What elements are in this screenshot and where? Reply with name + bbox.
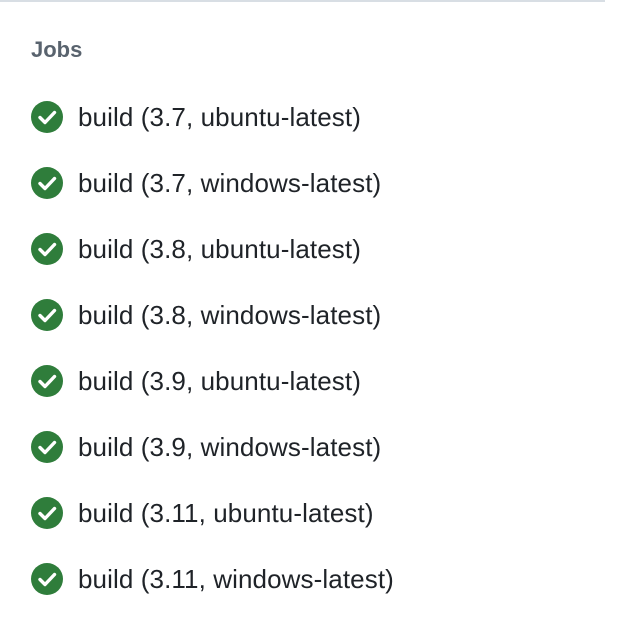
job-item[interactable]: build (3.8, windows-latest) bbox=[31, 282, 591, 348]
job-label: build (3.8, windows-latest) bbox=[78, 300, 382, 330]
check-circle-icon bbox=[31, 563, 63, 595]
job-item[interactable]: build (3.7, windows-latest) bbox=[31, 150, 591, 216]
check-circle-icon bbox=[31, 167, 63, 199]
job-label: build (3.7, ubuntu-latest) bbox=[78, 102, 361, 132]
job-item[interactable]: build (3.7, ubuntu-latest) bbox=[31, 84, 591, 150]
check-circle-icon bbox=[31, 101, 63, 133]
top-divider bbox=[0, 0, 605, 2]
check-circle-icon bbox=[31, 233, 63, 265]
check-circle-icon bbox=[31, 497, 63, 529]
job-item[interactable]: build (3.11, ubuntu-latest) bbox=[31, 480, 591, 546]
job-label: build (3.11, ubuntu-latest) bbox=[78, 498, 374, 528]
job-label: build (3.9, ubuntu-latest) bbox=[78, 366, 361, 396]
job-item[interactable]: build (3.8, ubuntu-latest) bbox=[31, 216, 591, 282]
job-item[interactable]: build (3.11, windows-latest) bbox=[31, 546, 591, 612]
check-circle-icon bbox=[31, 299, 63, 331]
job-label: build (3.9, windows-latest) bbox=[78, 432, 382, 462]
jobs-heading: Jobs bbox=[31, 37, 83, 62]
check-circle-icon bbox=[31, 431, 63, 463]
job-label: build (3.11, windows-latest) bbox=[78, 564, 394, 594]
jobs-panel: Jobs build (3.7, ubuntu-latest) build (3… bbox=[31, 34, 591, 612]
job-item[interactable]: build (3.9, ubuntu-latest) bbox=[31, 348, 591, 414]
job-item[interactable]: build (3.9, windows-latest) bbox=[31, 414, 591, 480]
job-label: build (3.8, ubuntu-latest) bbox=[78, 234, 361, 264]
check-circle-icon bbox=[31, 365, 63, 397]
job-label: build (3.7, windows-latest) bbox=[78, 168, 382, 198]
job-list: build (3.7, ubuntu-latest) build (3.7, w… bbox=[31, 84, 591, 612]
